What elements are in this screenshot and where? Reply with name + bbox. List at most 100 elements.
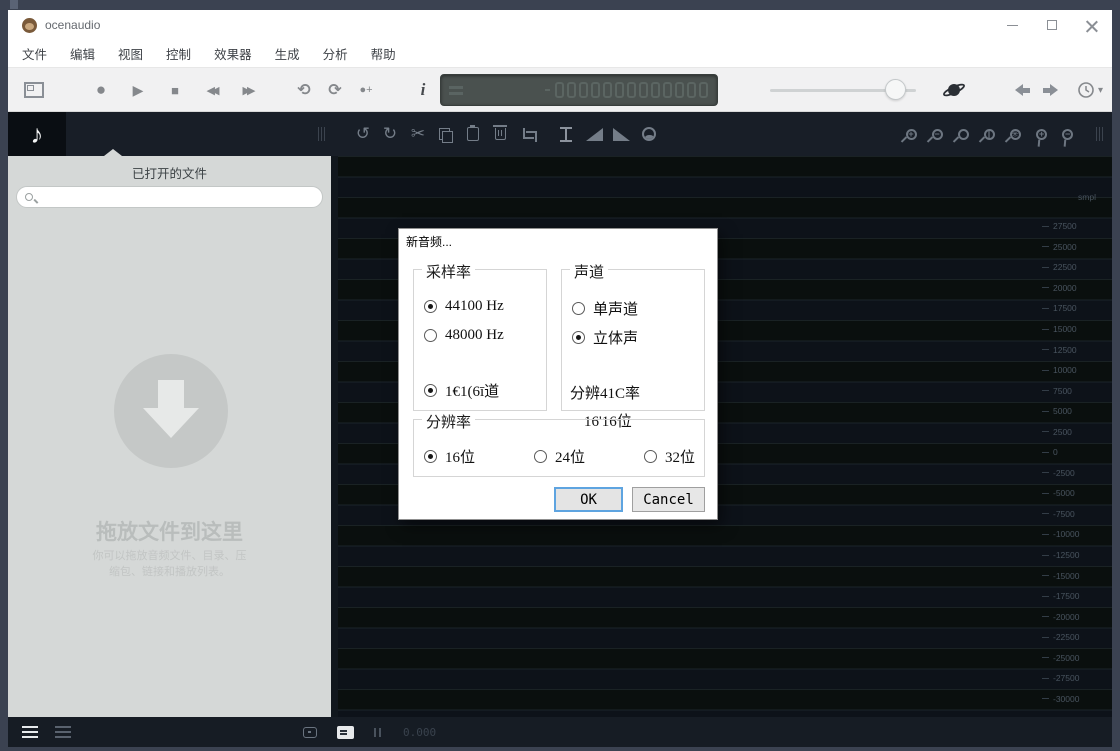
cut-button[interactable]: ✂ — [405, 112, 431, 156]
menu-item[interactable]: 效果器 — [214, 44, 252, 63]
stop-button[interactable]: ■ — [162, 68, 188, 112]
menu-item[interactable]: 控制 — [166, 44, 191, 63]
tick-mark — [1042, 287, 1049, 288]
ruler-label: -27500 — [1053, 673, 1079, 683]
normalize-button[interactable] — [553, 112, 579, 156]
search-input[interactable] — [33, 187, 322, 207]
rewind-button[interactable]: ◀◀ — [196, 68, 226, 112]
ruler-tick-row: 12500 — [1042, 339, 1098, 360]
ruler-label: 22500 — [1053, 262, 1077, 272]
copy-icon — [439, 128, 452, 141]
vertical-bars-icon[interactable] — [374, 728, 381, 737]
cancel-button[interactable]: Cancel — [632, 487, 705, 512]
navigate-forward-button[interactable] — [1036, 68, 1064, 112]
radio-icon[interactable] — [572, 331, 585, 344]
fade-in-button[interactable] — [581, 112, 607, 156]
tick-mark — [1042, 596, 1049, 597]
tick-mark — [1042, 390, 1049, 391]
radio-icon[interactable] — [572, 302, 585, 315]
delete-button[interactable] — [487, 112, 513, 156]
menu-item[interactable]: 生成 — [275, 44, 300, 63]
history-button[interactable]: ▾ — [1070, 68, 1110, 112]
paste-button[interactable] — [460, 112, 486, 156]
radio-icon[interactable] — [424, 300, 437, 313]
selection-view-icon[interactable] — [337, 726, 354, 739]
toolbar-drag-handle-right[interactable] — [1096, 127, 1107, 141]
compact-view-button[interactable] — [55, 726, 71, 738]
menu-item[interactable]: 文件 — [22, 44, 47, 63]
ruler-label: -30000 — [1053, 694, 1079, 704]
minimize-button[interactable] — [992, 10, 1032, 40]
radio-icon[interactable] — [644, 450, 657, 463]
menu-item[interactable]: 编辑 — [70, 44, 95, 63]
new-audio-dialog: 新音频... 采样率 44100 Hz 48000 Hz — [398, 228, 718, 520]
ruler-tick-row: 25000 — [1042, 237, 1098, 258]
volume-knob[interactable] — [885, 79, 906, 100]
channel-option[interactable]: 立体声 — [572, 327, 638, 348]
vertical-zoom-in-button[interactable]: + — [1028, 112, 1054, 156]
trim-button[interactable] — [514, 112, 540, 156]
zoom-out-button[interactable]: − — [924, 112, 950, 156]
vertical-zoom-out-button[interactable]: − — [1054, 112, 1080, 156]
close-icon — [1086, 19, 1098, 31]
menu-item[interactable]: 帮助 — [371, 44, 396, 63]
volume-slider[interactable] — [770, 68, 916, 112]
loop-playback-button[interactable]: ⟲ — [291, 68, 317, 112]
glitch-option-row1[interactable]: 1€1(6ī道 — [424, 380, 499, 401]
tick-mark — [1042, 411, 1049, 412]
ruler-tick-row: 2500 — [1042, 421, 1098, 442]
link-channels-icon[interactable] — [303, 727, 317, 738]
audio-tab[interactable]: ♪ — [8, 112, 66, 156]
sample-rate-option[interactable]: 44100 Hz — [424, 298, 504, 315]
ruler-label: 0 — [1053, 447, 1058, 457]
radio-icon[interactable] — [534, 450, 547, 463]
play-button[interactable]: ▶ — [125, 68, 151, 112]
resolution-label: 分辨率 — [422, 411, 475, 432]
maximize-button[interactable] — [1032, 10, 1072, 40]
loudness-button[interactable] — [636, 112, 662, 156]
add-marker-button[interactable]: ●+ — [353, 68, 379, 112]
list-view-button[interactable] — [22, 726, 38, 738]
radio-icon[interactable] — [424, 329, 437, 342]
navigate-back-button[interactable] — [1008, 68, 1036, 112]
fast-forward-button[interactable]: ▶▶ — [232, 68, 262, 112]
resolution-option[interactable]: 24位 — [534, 446, 585, 467]
fade-in-icon — [586, 128, 603, 141]
copy-button[interactable] — [432, 112, 458, 156]
menu-item[interactable]: 分析 — [323, 44, 348, 63]
zoom-in-button[interactable]: + — [898, 112, 924, 156]
toolbar-drag-handle[interactable] — [318, 127, 329, 141]
undo-button[interactable]: ↺ — [350, 112, 376, 156]
arrow-right-icon — [1043, 84, 1058, 96]
radio-icon[interactable] — [424, 384, 437, 397]
ruler-label: 27500 — [1053, 221, 1077, 231]
zoom-selection-button[interactable]: | — [976, 112, 1002, 156]
resolution-option[interactable]: 32位 — [644, 446, 695, 467]
lcd-digit-zero — [651, 82, 660, 98]
redo-button[interactable]: ↻ — [377, 112, 403, 156]
loop-selection-button[interactable]: ⟳ — [322, 68, 348, 112]
zoom-normal-button[interactable] — [950, 112, 976, 156]
close-button[interactable] — [1072, 10, 1112, 40]
lcd-digit-zero — [603, 82, 612, 98]
resolution-option[interactable]: 16位 — [424, 446, 475, 467]
record-button[interactable]: ● — [88, 68, 114, 112]
file-search-box[interactable] — [16, 186, 323, 208]
glitch-resolution-text: 分辨41C率 — [570, 382, 640, 403]
sample-rate-label: 采样率 — [422, 261, 475, 282]
ruler-label: -5000 — [1053, 488, 1075, 498]
lcd-digits — [555, 82, 717, 98]
fade-out-button[interactable] — [608, 112, 634, 156]
down-arrow-icon — [158, 380, 184, 408]
sample-rate-option[interactable]: 48000 Hz — [424, 327, 504, 344]
ruler-tick-row: 20000 — [1042, 278, 1098, 299]
remote-planet-button[interactable] — [936, 68, 972, 112]
ok-button[interactable]: OK — [554, 487, 623, 512]
info-button[interactable]: i — [410, 68, 436, 112]
toggle-sidebar-button[interactable] — [22, 68, 46, 112]
channel-option[interactable]: 单声道 — [572, 298, 638, 319]
zoom-all-button[interactable]: ✳ — [1002, 112, 1028, 156]
sidebar-tab-notch — [104, 149, 122, 156]
radio-icon[interactable] — [424, 450, 437, 463]
menu-item[interactable]: 视图 — [118, 44, 143, 63]
